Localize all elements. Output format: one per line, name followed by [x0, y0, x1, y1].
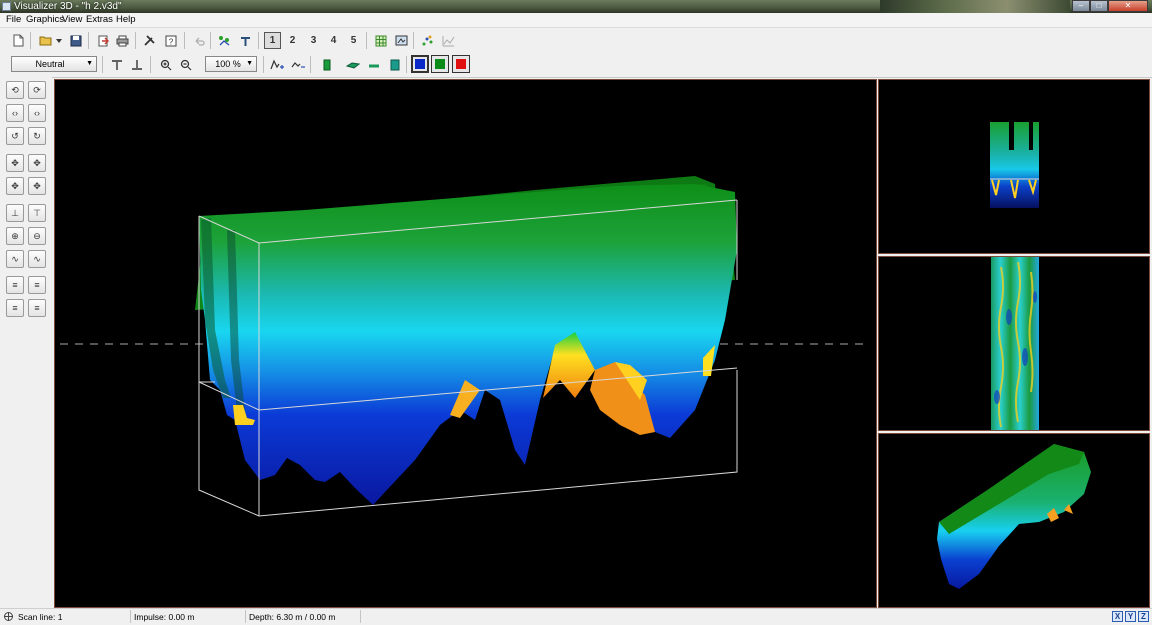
- layer-icon[interactable]: [318, 56, 335, 73]
- view-toolbar: Neutral ▼ 100 % ▼: [0, 52, 1152, 78]
- axis-x-button[interactable]: X: [1112, 611, 1123, 622]
- chevron-down-icon: ▼: [246, 60, 253, 67]
- window-controls: – □ ✕: [1072, 0, 1148, 12]
- wave-add-icon[interactable]: ∿: [28, 250, 46, 268]
- green-color-button[interactable]: [431, 55, 449, 73]
- menu-view[interactable]: View: [62, 13, 82, 27]
- menu-bar: File Graphics View Extras Help: [0, 13, 1152, 28]
- export-icon[interactable]: [94, 32, 111, 49]
- zoom-dropdown-value: 100 %: [215, 59, 241, 69]
- axis-z-button[interactable]: Z: [1138, 611, 1149, 622]
- rotate-x-ccw-icon[interactable]: ⟲: [6, 81, 24, 99]
- zoom-out-icon[interactable]: [177, 56, 194, 73]
- surface-icon[interactable]: [344, 56, 361, 73]
- rotate-x-cw-icon[interactable]: ⟳: [28, 81, 46, 99]
- save-icon[interactable]: [67, 32, 84, 49]
- scan-line-label: Scan line: 1: [18, 612, 63, 622]
- help-icon[interactable]: ?: [162, 32, 179, 49]
- grid-icon[interactable]: [372, 32, 389, 49]
- scatter-icon[interactable]: [419, 32, 436, 49]
- layer-down-icon[interactable]: ≡: [28, 276, 46, 294]
- menu-graphics[interactable]: Graphics: [26, 13, 64, 27]
- wand-icon[interactable]: [237, 32, 254, 49]
- minimize-button[interactable]: –: [1072, 0, 1090, 12]
- status-bar: Scan line: 1 Impulse: 0.00 m Depth: 6.30…: [0, 608, 1152, 625]
- blue-color-swatch: [415, 59, 425, 69]
- tools-icon[interactable]: [141, 32, 158, 49]
- view-2-button[interactable]: 2: [284, 32, 301, 49]
- front-view-render: [990, 122, 1039, 208]
- scan-3d-render: [60, 176, 870, 517]
- close-button[interactable]: ✕: [1108, 0, 1148, 12]
- title-bar: Visualizer 3D - "h 2.v3d" – □ ✕: [0, 0, 1152, 13]
- open-dropdown-arrow-icon[interactable]: [54, 32, 64, 49]
- svg-text:?: ?: [168, 37, 173, 46]
- marker-remove-icon[interactable]: [289, 56, 306, 73]
- bottom-align-icon[interactable]: [128, 56, 145, 73]
- axis-y-button[interactable]: Y: [1125, 611, 1136, 622]
- top-view-panel[interactable]: [878, 256, 1150, 431]
- slice-icon[interactable]: [365, 56, 382, 73]
- rotate-y-left-icon[interactable]: ‹›: [6, 104, 24, 122]
- depth-label: Depth: 6.30 m / 0.00 m: [249, 612, 336, 622]
- title-bar-background: [880, 0, 1070, 13]
- marker-add-icon[interactable]: [268, 56, 285, 73]
- zoom-out-icon[interactable]: ⊖: [28, 227, 46, 245]
- window-title: Visualizer 3D - "h 2.v3d": [14, 1, 122, 12]
- move-out-icon[interactable]: ✥: [6, 154, 24, 172]
- mode-dropdown-value: Neutral: [35, 59, 65, 69]
- mode-dropdown[interactable]: Neutral ▼: [11, 56, 97, 72]
- view-3-button[interactable]: 3: [305, 32, 322, 49]
- front-view-panel[interactable]: [878, 79, 1150, 254]
- undo-icon[interactable]: [190, 32, 207, 49]
- new-file-icon[interactable]: [10, 32, 27, 49]
- view-5-button[interactable]: 5: [345, 32, 362, 49]
- pan-right-icon[interactable]: ✥: [28, 177, 46, 195]
- wave-remove-icon[interactable]: ∿: [6, 250, 24, 268]
- open-file-icon[interactable]: [37, 32, 54, 49]
- perspective-view-render: [937, 444, 1091, 589]
- navigation-toolbar: ⟲ ⟳ ‹› ‹› ↺ ↻ ✥ ✥ ✥ ✥ ⊥ ⊤ ⊕ ⊖ ∿ ∿ ≡ ≡ ≡ …: [0, 77, 52, 607]
- profile-chart-icon[interactable]: [440, 32, 457, 49]
- color-points-icon[interactable]: [216, 32, 233, 49]
- layer-up-icon[interactable]: ≡: [6, 276, 24, 294]
- align-top-icon[interactable]: ⊤: [28, 204, 46, 222]
- main-3d-view[interactable]: [54, 79, 877, 608]
- green-color-swatch: [435, 59, 445, 69]
- view-4-button[interactable]: 4: [325, 32, 342, 49]
- view-1-button[interactable]: 1: [264, 32, 281, 49]
- maximize-button[interactable]: □: [1090, 0, 1108, 12]
- rotate-z-ccw-icon[interactable]: ↺: [6, 127, 24, 145]
- chevron-down-icon: ▼: [86, 60, 93, 67]
- screen-icon[interactable]: [393, 32, 410, 49]
- layer-right-icon[interactable]: ≡: [28, 299, 46, 317]
- top-view-render: [991, 257, 1039, 430]
- layer-left-icon[interactable]: ≡: [6, 299, 24, 317]
- scan-icon: [3, 609, 14, 622]
- blue-color-button[interactable]: [411, 55, 429, 73]
- zoom-in-icon[interactable]: [157, 56, 174, 73]
- move-in-icon[interactable]: ✥: [28, 154, 46, 172]
- align-bottom-icon[interactable]: ⊥: [6, 204, 24, 222]
- app-icon: [2, 2, 11, 11]
- impulse-label: Impulse: 0.00 m: [134, 612, 195, 622]
- rotate-z-cw-icon[interactable]: ↻: [28, 127, 46, 145]
- volume-icon[interactable]: [386, 56, 403, 73]
- rotate-y-right-icon[interactable]: ‹›: [28, 104, 46, 122]
- menu-help[interactable]: Help: [116, 13, 136, 27]
- zoom-in-icon[interactable]: ⊕: [6, 227, 24, 245]
- top-align-icon[interactable]: [108, 56, 125, 73]
- zoom-dropdown[interactable]: 100 % ▼: [205, 56, 257, 72]
- red-color-swatch: [456, 59, 466, 69]
- perspective-view-panel[interactable]: [878, 433, 1150, 608]
- menu-extras[interactable]: Extras: [86, 13, 113, 27]
- red-color-button[interactable]: [452, 55, 470, 73]
- print-icon[interactable]: [114, 32, 131, 49]
- main-toolbar: ? 1 2 3 4 5: [0, 28, 1152, 54]
- menu-file[interactable]: File: [6, 13, 21, 27]
- pan-left-icon[interactable]: ✥: [6, 177, 24, 195]
